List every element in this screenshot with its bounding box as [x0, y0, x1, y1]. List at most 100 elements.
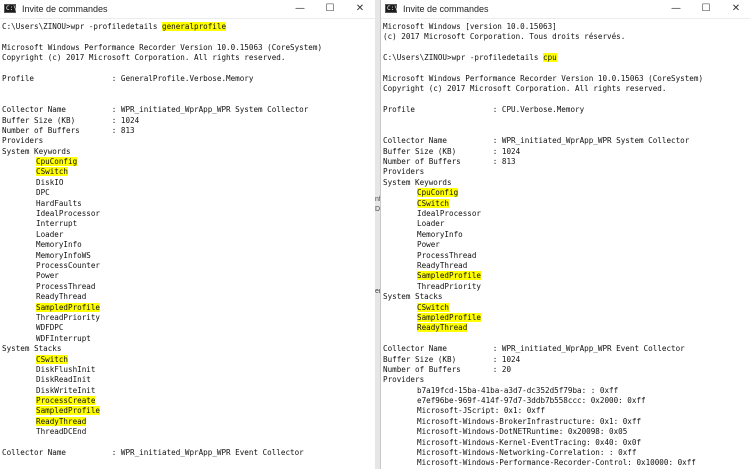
- console-line: System Keywords: [2, 147, 375, 157]
- window-title: Invite de commandes: [403, 4, 489, 14]
- console-line: Microsoft-Windows-Performance-Recorder-C…: [383, 458, 750, 468]
- console-window-right[interactable]: C:\ Invite de commandes — ☐ ✕ Microsoft …: [380, 0, 750, 469]
- console-text: Microsoft-Windows-BrokerInfrastructure: …: [417, 416, 642, 426]
- console-line: ReadyThread: [2, 416, 375, 427]
- console-line: Power: [2, 271, 375, 281]
- console-line: CSwitch: [2, 354, 375, 365]
- maximize-button[interactable]: ☐: [315, 0, 345, 18]
- console-text: Collector Name : WPR_initiated_WprApp_WP…: [383, 136, 690, 146]
- console-line: C:\Users\ZINOU>wpr -profiledetails cpu: [383, 53, 750, 63]
- console-line: DiskIO: [2, 178, 375, 188]
- console-line: CSwitch: [2, 167, 375, 177]
- console-line: Microsoft-Windows-DotNETRuntime: 0x20098…: [383, 427, 750, 437]
- console-text: DiskFlushInit: [36, 364, 96, 374]
- console-text: WDFInterrupt: [36, 333, 91, 343]
- console-text: Copyright (c) 2017 Microsoft Corporation…: [383, 84, 667, 94]
- console-line: Profile : CPU.Verbose.Memory: [383, 105, 750, 115]
- highlighted-text: ReadyThread: [417, 323, 468, 333]
- console-text: Microsoft-Windows-DotNETRuntime: 0x20098…: [417, 427, 628, 437]
- highlighted-text: CSwitch: [417, 302, 450, 312]
- console-line: Number of Buffers : 813: [383, 157, 750, 167]
- console-line: DiskWriteInit: [2, 386, 375, 396]
- console-output[interactable]: C:\Users\ZINOU>wpr -profiledetails gener…: [0, 19, 375, 458]
- highlighted-text: SampledProfile: [36, 302, 101, 312]
- console-text: Microsoft Windows Performance Recorder V…: [383, 73, 704, 83]
- console-text: IdealProcessor: [36, 209, 101, 219]
- cmd-icon: C:\: [385, 4, 398, 13]
- console-line: MemoryInfo: [383, 230, 750, 240]
- console-line: Microsoft-JScript: 0x1: 0xff: [383, 406, 750, 416]
- console-text: Number of Buffers : 20: [383, 364, 512, 374]
- minimize-button[interactable]: —: [661, 0, 691, 18]
- highlighted-text: CpuConfig: [417, 188, 459, 198]
- console-line: ThreadPriority: [383, 282, 750, 292]
- console-text: System Stacks: [2, 344, 62, 354]
- console-text: Microsoft-Windows-Kernel-EventTracing: 0…: [417, 437, 642, 447]
- console-output[interactable]: Microsoft Windows [version 10.0.15063] (c…: [381, 19, 750, 469]
- console-text: DPC: [36, 188, 50, 198]
- console-text: ProcessCounter: [36, 260, 101, 270]
- console-line: System Stacks: [2, 344, 375, 354]
- console-line: Microsoft Windows Performance Recorder V…: [2, 43, 375, 53]
- console-text: DiskIO: [36, 177, 64, 187]
- cmd-icon: C:\: [4, 4, 17, 13]
- maximize-button[interactable]: ☐: [691, 0, 721, 18]
- console-text: Microsoft-Windows-Performance-Recorder-C…: [417, 458, 696, 468]
- highlighted-text: cpu: [543, 53, 557, 63]
- highlighted-text: CSwitch: [417, 198, 450, 208]
- close-button[interactable]: ✕: [721, 0, 750, 18]
- close-button[interactable]: ✕: [345, 0, 375, 18]
- console-line: DiskReadInit: [2, 375, 375, 385]
- console-line: Number of Buffers : 20: [383, 365, 750, 375]
- console-text: Collector Name : WPR_initiated_WprApp_WP…: [383, 344, 685, 354]
- console-text: C:\Users\ZINOU>wpr -profiledetails: [383, 53, 544, 63]
- minimize-button[interactable]: —: [285, 0, 315, 18]
- highlighted-text: generalprofile: [162, 22, 227, 31]
- console-text: b7a19fcd-15ba-41ba-a3d7-dc352d5f79ba: : …: [417, 385, 619, 395]
- console-text: IdealProcessor: [417, 209, 482, 219]
- console-line: Microsoft-Windows-BrokerInfrastructure: …: [383, 417, 750, 427]
- title-bar[interactable]: C:\ Invite de commandes — ☐ ✕: [0, 0, 375, 19]
- console-text: Microsoft-Windows-Networking-Correlation…: [417, 448, 637, 458]
- console-text: System Stacks: [383, 292, 443, 302]
- console-line: ProcessCounter: [2, 261, 375, 271]
- console-line: Buffer Size (KB) : 1024: [2, 116, 375, 126]
- console-line: Microsoft Windows Performance Recorder V…: [383, 74, 750, 84]
- console-line: SampledProfile: [383, 312, 750, 323]
- console-line: ReadyThread: [2, 292, 375, 302]
- console-text: MemoryInfoWS: [36, 250, 91, 260]
- console-line: Microsoft-Windows-Networking-Correlation…: [383, 448, 750, 458]
- console-line: DPC: [2, 188, 375, 198]
- highlighted-text: SampledProfile: [36, 406, 101, 416]
- console-line: e7ef96be-969f-414f-97d7-3ddb7b558ccc: 0x…: [383, 396, 750, 406]
- console-text: Power: [417, 240, 440, 250]
- console-line: b7a19fcd-15ba-41ba-a3d7-dc352d5f79ba: : …: [383, 386, 750, 396]
- console-line: CpuConfig: [2, 157, 375, 167]
- console-line: MemoryInfo: [2, 240, 375, 250]
- console-text: Number of Buffers : 813: [2, 125, 135, 135]
- console-line: ReadyThread: [383, 261, 750, 271]
- console-text: ReadyThread: [36, 292, 87, 302]
- console-line: Loader: [383, 219, 750, 229]
- console-text: Interrupt: [36, 219, 78, 229]
- console-line: Number of Buffers : 813: [2, 126, 375, 136]
- console-line: Providers: [383, 167, 750, 177]
- console-line: System Stacks: [383, 292, 750, 302]
- console-text: MemoryInfo: [417, 229, 463, 239]
- console-text: ThreadDCEnd: [36, 427, 87, 437]
- console-window-left[interactable]: C:\ Invite de commandes — ☐ ✕ C:\Users\Z…: [0, 0, 376, 469]
- console-line: CSwitch: [383, 198, 750, 209]
- console-text: ThreadPriority: [417, 281, 482, 291]
- console-line: Microsoft-Windows-Kernel-EventTracing: 0…: [383, 438, 750, 448]
- highlighted-text: CSwitch: [36, 354, 69, 364]
- console-line: ThreadDCEnd: [2, 427, 375, 437]
- console-text: (c) 2017 Microsoft Corporation. Tous dro…: [383, 32, 626, 42]
- console-line: Copyright (c) 2017 Microsoft Corporation…: [2, 53, 375, 63]
- title-bar[interactable]: C:\ Invite de commandes — ☐ ✕: [381, 0, 750, 19]
- console-text: Power: [36, 271, 59, 281]
- console-line: Loader: [2, 230, 375, 240]
